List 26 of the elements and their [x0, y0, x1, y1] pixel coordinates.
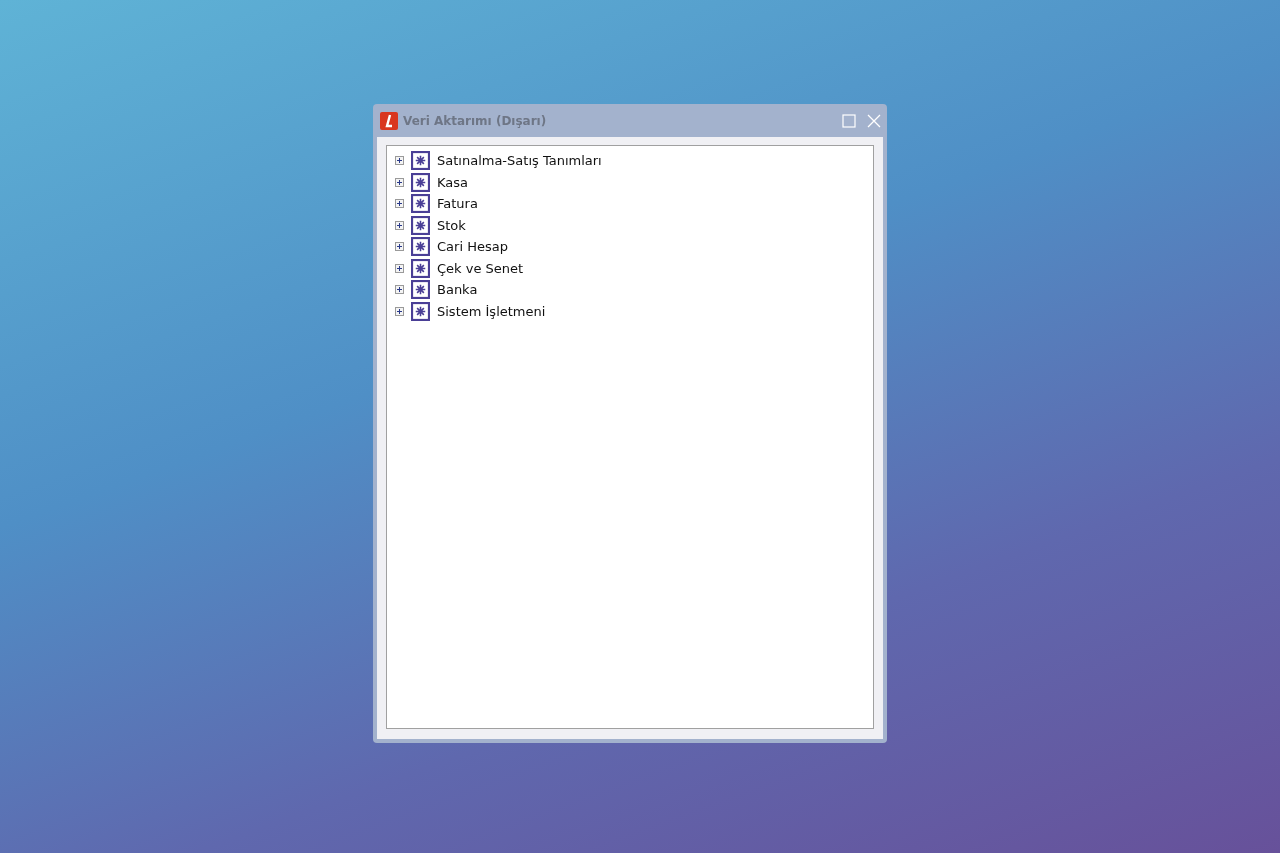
tree-item[interactable]: Fatura — [437, 196, 478, 212]
tree-item[interactable]: Satınalma-Satış Tanımları — [437, 153, 602, 169]
expand-icon[interactable] — [395, 220, 404, 230]
module-icon — [411, 215, 430, 235]
app-logo-icon — [380, 111, 398, 130]
module-icon — [411, 258, 430, 278]
tree-item[interactable]: Çek ve Senet — [437, 260, 524, 276]
window-title: Veri Aktarımı (Dışarı) — [403, 113, 547, 128]
expand-icon[interactable] — [395, 199, 404, 209]
module-icon — [411, 194, 430, 214]
expand-icon[interactable] — [395, 156, 404, 166]
module-icon — [411, 237, 430, 257]
expand-icon[interactable] — [395, 242, 404, 252]
expand-icon[interactable] — [395, 177, 404, 187]
tree-item[interactable]: Sistem İşletmeni — [437, 303, 546, 319]
module-icon — [411, 172, 430, 192]
tree-item[interactable]: Stok — [437, 217, 466, 233]
module-icon — [411, 280, 430, 300]
module-icon — [411, 301, 430, 321]
module-icon — [411, 151, 430, 171]
tree-item[interactable]: Cari Hesap — [437, 239, 508, 255]
expand-icon[interactable] — [395, 263, 404, 273]
tree-item[interactable]: Kasa — [437, 174, 468, 190]
tree-item[interactable]: Banka — [437, 282, 478, 298]
expand-icon[interactable] — [395, 306, 404, 316]
expand-icon[interactable] — [395, 285, 404, 295]
